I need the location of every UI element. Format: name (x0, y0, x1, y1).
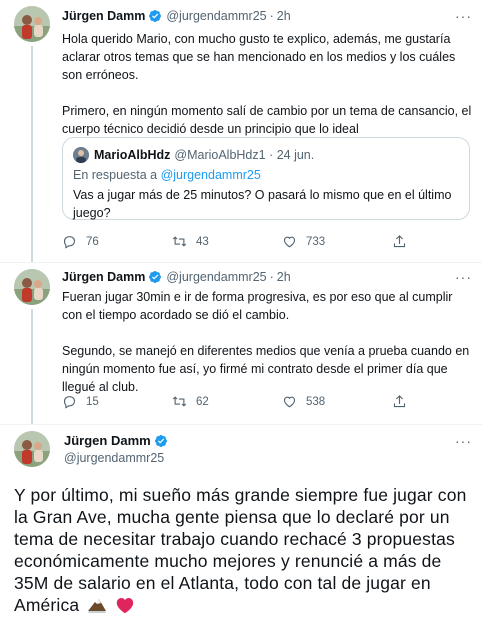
reply-button[interactable]: 76 (62, 234, 99, 249)
tweet-paragraph: Y por último, mi sueño más grande siempr… (14, 485, 467, 615)
reply-count: 76 (86, 235, 99, 248)
red-heart-emoji (117, 598, 134, 614)
more-icon[interactable]: ··· (455, 269, 472, 285)
reply-icon (63, 396, 76, 409)
like-count: 538 (306, 395, 326, 408)
like-button[interactable]: 538 (282, 394, 325, 409)
reply-handle-link[interactable]: @jurgendammr25 (161, 168, 261, 182)
thread-line (31, 309, 33, 424)
timestamp[interactable]: 2h (277, 270, 291, 284)
tweet-paragraph: Primero, en ningún momento salí de cambi… (62, 104, 472, 136)
tweet-header: Jürgen Damm @jurgendammr25 · 2h ··· (62, 6, 472, 26)
retweet-icon (172, 396, 187, 407)
more-icon[interactable]: ··· (455, 433, 472, 449)
retweet-button[interactable]: 62 (172, 394, 209, 409)
like-button[interactable]: 733 (282, 234, 325, 249)
quoted-tweet[interactable]: MarioAlbHdz @MarioAlbHdz1 · 24 jun. En r… (62, 137, 470, 220)
display-name[interactable]: Jürgen Damm (62, 270, 145, 284)
reply-prefix: En respuesta a (73, 168, 161, 182)
tweet-text: Fueran jugar 30min e ir de forma progres… (62, 288, 472, 396)
more-icon[interactable]: ··· (455, 8, 472, 24)
user-handle[interactable]: @jurgendammr25 (166, 9, 266, 23)
like-icon (283, 396, 296, 408)
reply-button[interactable]: 15 (62, 394, 99, 409)
display-name[interactable]: Jürgen Damm (62, 9, 145, 23)
share-button[interactable] (392, 234, 416, 249)
tweet-paragraph: Fueran jugar 30min e ir de forma progres… (62, 290, 453, 322)
avatar[interactable] (14, 431, 50, 467)
share-button[interactable] (392, 394, 416, 409)
retweet-count: 62 (196, 395, 209, 408)
tweet-2[interactable]: Jürgen Damm @jurgendammr25 · 2h ··· Fuer… (0, 263, 482, 424)
separator-dot: · (269, 9, 274, 23)
action-bar: 15 62 538 (62, 394, 422, 412)
user-handle[interactable]: @jurgendammr25 (166, 270, 266, 284)
avatar[interactable] (14, 269, 50, 305)
quoted-handle: @MarioAlbHdz1 · 24 jun. (174, 148, 315, 162)
verified-badge-icon (149, 271, 162, 283)
display-name[interactable]: Jürgen Damm (64, 433, 151, 448)
like-icon (283, 236, 296, 248)
timestamp[interactable]: 2h (277, 9, 291, 23)
tweet-paragraph: Hola querido Mario, con mucho gusto te e… (62, 32, 456, 82)
quoted-text: Vas a jugar más de 25 minutos? O pasará … (73, 188, 452, 220)
retweet-icon (172, 236, 187, 247)
share-icon (393, 395, 406, 408)
reply-count: 15 (86, 395, 99, 408)
verified-badge-icon (149, 10, 162, 22)
tweet-text: Y por último, mi sueño más grande siempr… (14, 484, 476, 616)
tweet-header: Jürgen Damm (64, 433, 172, 448)
tweet-text: Hola querido Mario, con mucho gusto te e… (62, 30, 472, 138)
share-icon (393, 235, 406, 248)
quoted-avatar (73, 147, 89, 163)
tweet-header: Jürgen Damm @jurgendammr25 · 2h ··· (62, 267, 472, 287)
user-handle[interactable]: @jurgendammr25 (64, 451, 164, 465)
reply-icon (63, 236, 76, 249)
action-bar: 76 43 733 (62, 234, 422, 252)
like-count: 733 (306, 235, 326, 248)
verified-badge-icon (154, 434, 167, 447)
eagle-emoji (88, 599, 107, 613)
quoted-display-name: MarioAlbHdz (94, 148, 171, 162)
retweet-button[interactable]: 43 (172, 234, 209, 249)
tweet-3[interactable]: Jürgen Damm @jurgendammr25 ··· Y por últ… (0, 425, 482, 620)
avatar[interactable] (14, 6, 50, 42)
thread-line (31, 46, 33, 262)
separator-dot: · (269, 270, 274, 284)
reply-context: En respuesta a @jurgendammr25 (73, 166, 459, 184)
tweet-paragraph: Segundo, se manejó en diferentes medios … (62, 344, 470, 394)
retweet-count: 43 (196, 235, 209, 248)
tweet-1[interactable]: Jürgen Damm @jurgendammr25 · 2h ··· Hola… (0, 0, 482, 262)
